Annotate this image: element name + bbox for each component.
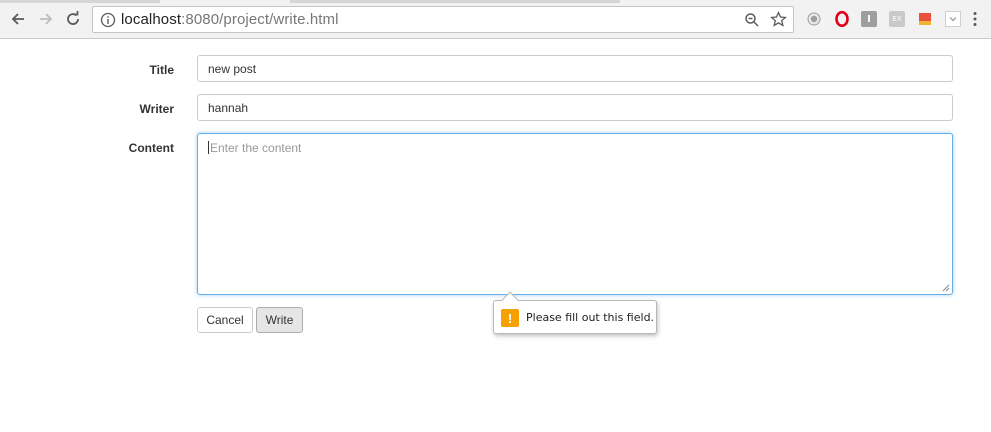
write-button[interactable]: Write <box>256 307 303 333</box>
tab-strip-edge <box>290 0 620 3</box>
info-icon[interactable] <box>100 12 116 28</box>
forward-button[interactable] <box>36 9 56 29</box>
ext-book-icon[interactable] <box>917 11 933 27</box>
url-host: localhost <box>121 11 182 28</box>
back-button[interactable] <box>8 9 28 29</box>
address-bar[interactable]: localhost:8080/project/write.html <box>92 6 794 33</box>
validation-message: Please fill out this field. <box>526 311 655 324</box>
reload-icon <box>67 11 79 25</box>
text-caret <box>208 141 209 154</box>
arrow-left-icon <box>11 13 24 25</box>
opera-icon[interactable] <box>834 11 850 27</box>
star-icon[interactable] <box>770 11 787 28</box>
browser-toolbar: localhost:8080/project/write.html I EX <box>0 0 991 39</box>
reload-button[interactable] <box>63 9 83 29</box>
arrow-right-icon <box>40 13 53 25</box>
cancel-button[interactable]: Cancel <box>197 307 253 333</box>
validation-tooltip: ! Please fill out this field. <box>493 291 657 334</box>
title-input[interactable]: new post <box>197 55 953 82</box>
tab-strip-edge <box>0 0 160 3</box>
zoom-icon[interactable] <box>744 12 760 28</box>
menu-dots-icon[interactable] <box>972 11 978 27</box>
writer-input[interactable]: hannah <box>197 94 953 121</box>
content-placeholder: Enter the content <box>210 141 302 155</box>
ext-i-icon[interactable]: I <box>861 11 877 27</box>
content-label: Content <box>128 141 174 155</box>
title-label: Title <box>149 63 174 77</box>
writer-label: Writer <box>139 102 174 116</box>
ext-dropdown-icon[interactable] <box>945 11 961 27</box>
content-textarea[interactable]: Enter the content <box>197 133 953 295</box>
url-text[interactable]: localhost:8080/project/write.html <box>121 11 339 28</box>
resize-handle-icon[interactable] <box>942 284 950 292</box>
record-icon[interactable] <box>806 11 822 27</box>
ext-ex-icon[interactable]: EX <box>889 11 905 27</box>
warning-icon: ! <box>501 309 519 327</box>
url-path: :8080/project/write.html <box>181 11 339 28</box>
